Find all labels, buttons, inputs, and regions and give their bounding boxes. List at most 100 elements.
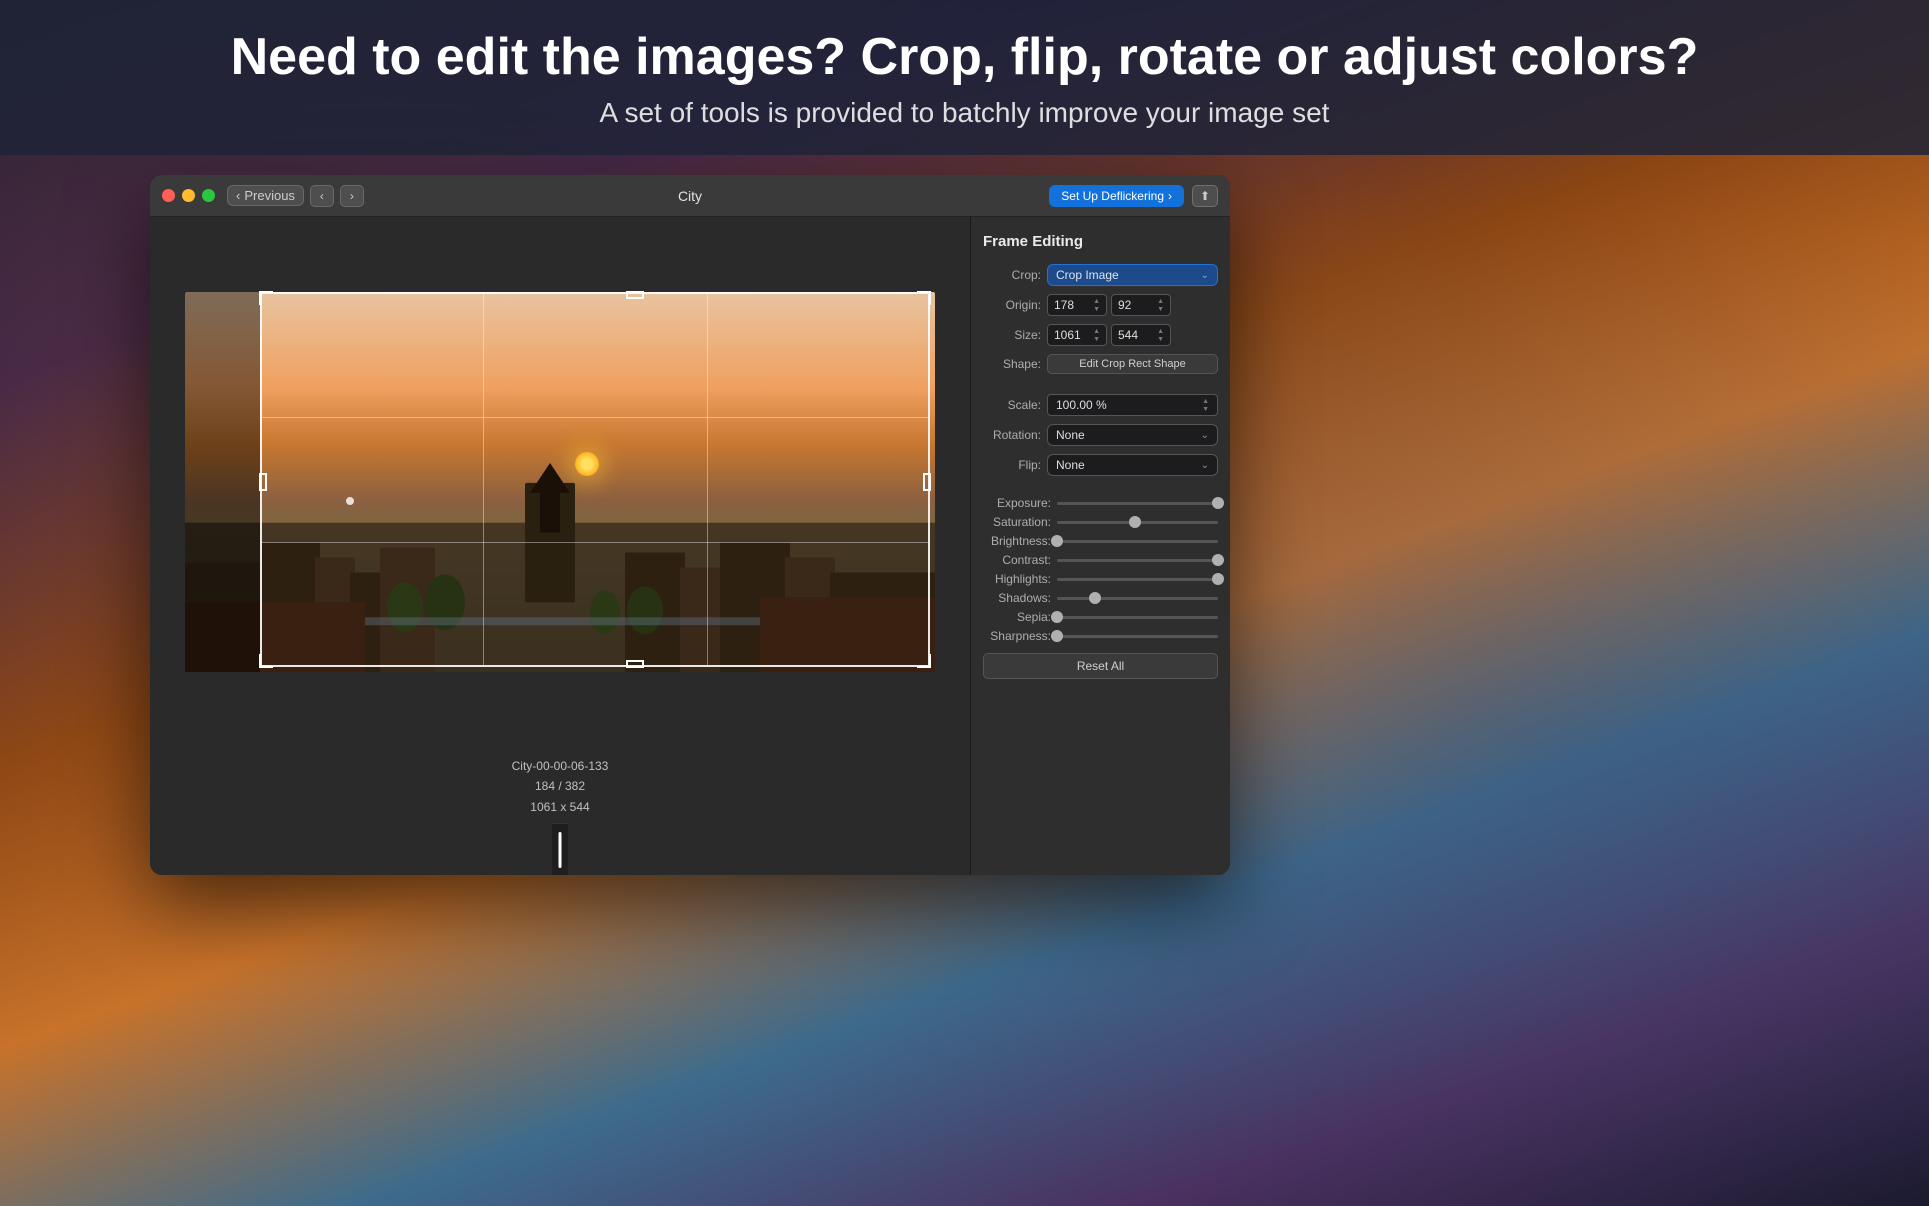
exposure-row: Exposure: [983,496,1218,510]
shadows-row: Shadows: [983,591,1218,605]
scale-value: 100.00 % [1056,398,1107,412]
image-size: 1061 x 544 [512,797,609,817]
contrast-slider[interactable] [1057,559,1218,562]
sepia-thumb[interactable] [1051,611,1063,623]
reset-all-button[interactable]: Reset All [983,653,1218,679]
crop-handle-ml[interactable] [259,473,267,491]
saturation-label: Saturation: [983,515,1051,529]
size-w-stepper[interactable]: ▲ ▼ [1093,328,1100,343]
scale-row: Scale: 100.00 % ▲ ▼ [983,394,1218,416]
contrast-label: Contrast: [983,553,1051,567]
size-w-up[interactable]: ▲ [1093,328,1100,335]
edit-crop-rect-button[interactable]: Edit Crop Rect Shape [1047,354,1218,374]
deflicker-button[interactable]: Set Up Deflickering › [1049,185,1184,207]
minimize-button[interactable] [182,189,195,202]
shadows-slider[interactable] [1057,597,1218,600]
origin-label: Origin: [983,298,1041,312]
origin-y-field[interactable]: 92 ▲ ▼ [1111,294,1171,316]
size-h-value: 544 [1118,328,1138,342]
highlights-row: Highlights: [983,572,1218,586]
origin-row: Origin: 178 ▲ ▼ 92 ▲ ▼ [983,294,1218,316]
scale-input[interactable]: 100.00 % ▲ ▼ [1047,394,1218,416]
saturation-thumb[interactable] [1129,516,1141,528]
scale-down[interactable]: ▼ [1202,406,1209,413]
sharpness-thumb[interactable] [1051,630,1063,642]
crop-dim-left [185,292,260,672]
crop-handle-br[interactable] [917,654,931,668]
spacer-1 [983,382,1218,394]
origin-x-stepper[interactable]: ▲ ▼ [1093,298,1100,313]
shape-label: Shape: [983,357,1041,371]
size-h-up[interactable]: ▲ [1157,328,1164,335]
image-area: City-00-00-06-133 184 / 382 1061 x 544 [150,217,970,875]
chevron-left-icon: ‹ [236,188,240,203]
previous-button[interactable]: ‹ Previous [227,185,304,206]
scale-stepper[interactable]: ▲ ▼ [1202,398,1209,413]
crop-handle-tm[interactable] [626,291,644,299]
right-panel: Frame Editing Crop: Crop Image ⌄ Origin:… [970,217,1230,875]
cursor [346,497,354,505]
origin-y-up[interactable]: ▲ [1157,298,1164,305]
sharpness-row: Sharpness: [983,629,1218,643]
window-body: City-00-00-06-133 184 / 382 1061 x 544 F… [150,217,1230,875]
brightness-thumb[interactable] [1051,535,1063,547]
window-title: City [678,188,702,204]
origin-x-field[interactable]: 178 ▲ ▼ [1047,294,1107,316]
size-h-field[interactable]: 544 ▲ ▼ [1111,324,1171,346]
crop-handle-mr[interactable] [923,473,931,491]
brightness-row: Brightness: [983,534,1218,548]
size-h-stepper[interactable]: ▲ ▼ [1157,328,1164,343]
shadows-label: Shadows: [983,591,1051,605]
forward-arrow-button[interactable]: › [340,185,364,207]
crop-handle-tr[interactable] [917,291,931,305]
origin-x-down[interactable]: ▼ [1093,306,1100,313]
origin-x-up[interactable]: ▲ [1093,298,1100,305]
flip-label: Flip: [983,458,1041,472]
crop-dropdown[interactable]: Crop Image ⌄ [1047,264,1218,286]
origin-y-stepper[interactable]: ▲ ▼ [1157,298,1164,313]
deflicker-label: Set Up Deflickering [1061,189,1164,203]
size-w-down[interactable]: ▼ [1093,336,1100,343]
crop-label: Crop: [983,268,1041,282]
title-bar-right: Set Up Deflickering › ⬆ [1049,185,1218,207]
previous-label: Previous [244,188,295,203]
highlights-slider[interactable] [1057,578,1218,581]
header-title: Need to edit the images? Crop, flip, rot… [231,26,1699,88]
filmstrip [552,823,568,875]
size-fields: 1061 ▲ ▼ 544 ▲ ▼ [1047,324,1218,346]
image-coords: 184 / 382 [512,776,609,796]
saturation-row: Saturation: [983,515,1218,529]
flip-dropdown[interactable]: None ⌄ [1047,454,1218,476]
rotation-chevron-icon: ⌄ [1201,430,1209,441]
shadows-thumb[interactable] [1089,592,1101,604]
origin-y-down[interactable]: ▼ [1157,306,1164,313]
sharpness-slider[interactable] [1057,635,1218,638]
crop-handle-bl[interactable] [259,654,273,668]
exposure-slider[interactable] [1057,502,1218,505]
image-canvas [150,217,970,748]
traffic-lights [162,189,215,202]
share-button[interactable]: ⬆ [1192,185,1218,207]
rotation-dropdown[interactable]: None ⌄ [1047,424,1218,446]
crop-box[interactable] [260,292,930,667]
brightness-slider[interactable] [1057,540,1218,543]
close-button[interactable] [162,189,175,202]
saturation-slider[interactable] [1057,521,1218,524]
image-filename: City-00-00-06-133 [512,756,609,776]
origin-fields: 178 ▲ ▼ 92 ▲ ▼ [1047,294,1218,316]
size-w-field[interactable]: 1061 ▲ ▼ [1047,324,1107,346]
size-h-down[interactable]: ▼ [1157,336,1164,343]
flip-row: Flip: None ⌄ [983,454,1218,476]
sepia-slider[interactable] [1057,616,1218,619]
crop-handle-bm[interactable] [626,660,644,668]
back-arrow-button[interactable]: ‹ [310,185,334,207]
highlights-label: Highlights: [983,572,1051,586]
crop-handle-tl[interactable] [259,291,273,305]
scale-up[interactable]: ▲ [1202,398,1209,405]
arrow-icon: › [1168,189,1172,203]
exposure-thumb[interactable] [1212,497,1224,509]
contrast-thumb[interactable] [1212,554,1224,566]
highlights-thumb[interactable] [1212,573,1224,585]
maximize-button[interactable] [202,189,215,202]
image-info: City-00-00-06-133 184 / 382 1061 x 544 [512,748,609,823]
